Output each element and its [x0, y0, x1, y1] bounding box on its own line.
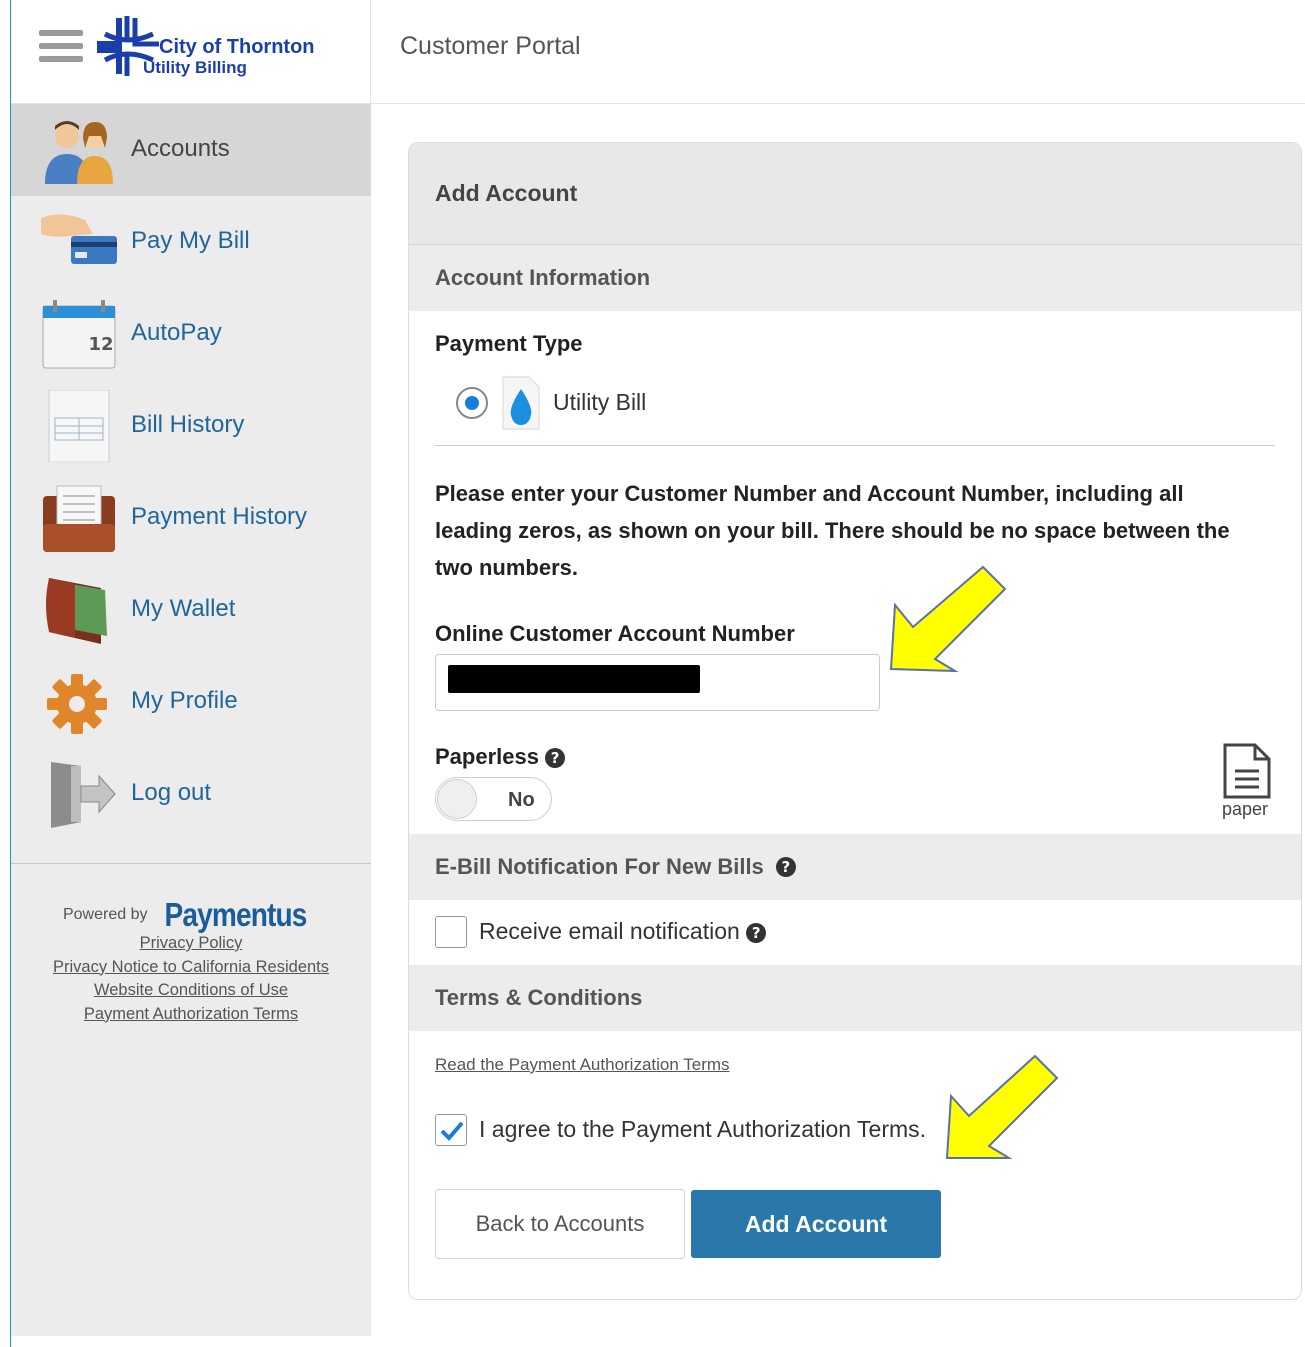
account-number-label: Online Customer Account Number [435, 621, 795, 646]
agree-terms-checkbox[interactable] [435, 1114, 467, 1146]
back-to-accounts-button[interactable]: Back to Accounts [435, 1189, 685, 1259]
sidebar-item-label: AutoPay [131, 319, 222, 346]
header: City of Thornton Utility Billing Custome… [11, 0, 1305, 104]
add-account-card: Add Account Account Information Payment … [408, 142, 1302, 1300]
terms-heading: Terms & Conditions [409, 965, 1301, 1031]
paperless-toggle-value: No [508, 789, 535, 811]
logo-title: City of Thornton [159, 36, 315, 58]
add-account-button[interactable]: Add Account [691, 1190, 941, 1258]
ebill-heading: E-Bill Notification For New Bills ? [409, 834, 1301, 900]
payment-type-label: Payment Type [435, 331, 583, 356]
paperless-label-text: Paperless [435, 744, 539, 769]
sidebar-item-label: My Profile [131, 687, 238, 714]
paperless-label: Paperless ? [435, 744, 566, 770]
gear-icon [47, 674, 107, 734]
sidebar-item-accounts[interactable]: Accounts [11, 104, 371, 196]
email-notification-help-icon[interactable]: ? [746, 922, 767, 943]
ebill-heading-text: E-Bill Notification For New Bills [435, 854, 764, 879]
redacted-value [448, 665, 700, 693]
website-conditions-link[interactable]: Website Conditions of Use [11, 979, 371, 1003]
privacy-policy-link[interactable]: Privacy Policy [11, 932, 371, 956]
sidebar-item-my-wallet[interactable]: My Wallet [11, 564, 371, 656]
logout-door-icon [51, 762, 116, 828]
annotation-arrow-agree-terms [945, 1054, 1059, 1159]
powered-by-text: Powered by [62, 906, 148, 924]
hamburger-menu-icon[interactable] [39, 30, 83, 66]
sidebar-item-label: Accounts [131, 135, 230, 162]
logo-subtitle: Utility Billing [143, 58, 247, 77]
account-number-input[interactable] [435, 654, 880, 711]
invoice-icon [48, 390, 110, 462]
agree-terms-label[interactable]: I agree to the Payment Authorization Ter… [479, 1116, 926, 1143]
toggle-knob [437, 779, 477, 819]
sidebar: Accounts Pay My Bill 12 AutoPay Bill His… [11, 104, 371, 1336]
sidebar-item-my-profile[interactable]: My Profile [11, 656, 371, 748]
footer-links: Privacy Policy Privacy Notice to Califor… [11, 932, 371, 1026]
users-icon [45, 121, 113, 184]
email-notification-label: Receive email notification ? [479, 918, 767, 945]
payment-terms-link[interactable]: Payment Authorization Terms [11, 1003, 371, 1027]
paperless-toggle[interactable]: No [435, 777, 552, 821]
paper-document-icon [1223, 743, 1271, 799]
water-drop-icon [502, 376, 540, 430]
paperless-help-icon[interactable]: ? [545, 748, 566, 769]
sidebar-item-label: Pay My Bill [131, 227, 250, 254]
powered-by: Powered by Paymentus [11, 896, 371, 934]
sidebar-item-bill-history[interactable]: Bill History [11, 380, 371, 472]
sidebar-item-log-out[interactable]: Log out [11, 748, 371, 840]
calendar-icon: 12 [42, 300, 116, 369]
utility-bill-radio[interactable] [456, 387, 488, 419]
account-instructions: Please enter your Customer Number and Ac… [435, 481, 1230, 580]
city-logo[interactable]: City of Thornton Utility Billing [97, 14, 357, 84]
sidebar-item-label: My Wallet [131, 595, 236, 622]
account-information-heading: Account Information [409, 245, 1301, 311]
paymentus-logo: Paymentus [164, 896, 307, 933]
card-payment-icon [41, 214, 117, 264]
receipts-icon [43, 485, 115, 552]
read-terms-link[interactable]: Read the Payment Authorization Terms [435, 1055, 730, 1075]
annotation-arrow-account-number [889, 565, 1007, 673]
card-title: Add Account [409, 143, 1301, 245]
sidebar-item-label: Bill History [131, 411, 245, 438]
utility-bill-option-label[interactable]: Utility Bill [553, 389, 646, 416]
sidebar-item-payment-history[interactable]: Payment History [11, 472, 371, 564]
brand-area: City of Thornton Utility Billing [11, 0, 371, 104]
paper-label: paper [1222, 799, 1269, 819]
payment-type-divider [435, 445, 1275, 446]
email-notification-checkbox[interactable] [435, 916, 467, 948]
portal-title: Customer Portal [400, 32, 581, 60]
svg-text:12: 12 [88, 334, 113, 355]
california-privacy-link[interactable]: Privacy Notice to California Residents [11, 956, 371, 980]
sidebar-item-autopay[interactable]: 12 AutoPay [11, 288, 371, 380]
email-notification-text[interactable]: Receive email notification [479, 918, 740, 944]
sidebar-item-label: Payment History [131, 503, 308, 530]
sidebar-divider [11, 863, 371, 864]
sidebar-item-pay-my-bill[interactable]: Pay My Bill [11, 196, 371, 288]
ebill-help-icon[interactable]: ? [775, 857, 796, 877]
sidebar-item-label: Log out [131, 779, 212, 806]
checkmark-icon [440, 1121, 464, 1141]
wallet-icon [46, 578, 107, 644]
